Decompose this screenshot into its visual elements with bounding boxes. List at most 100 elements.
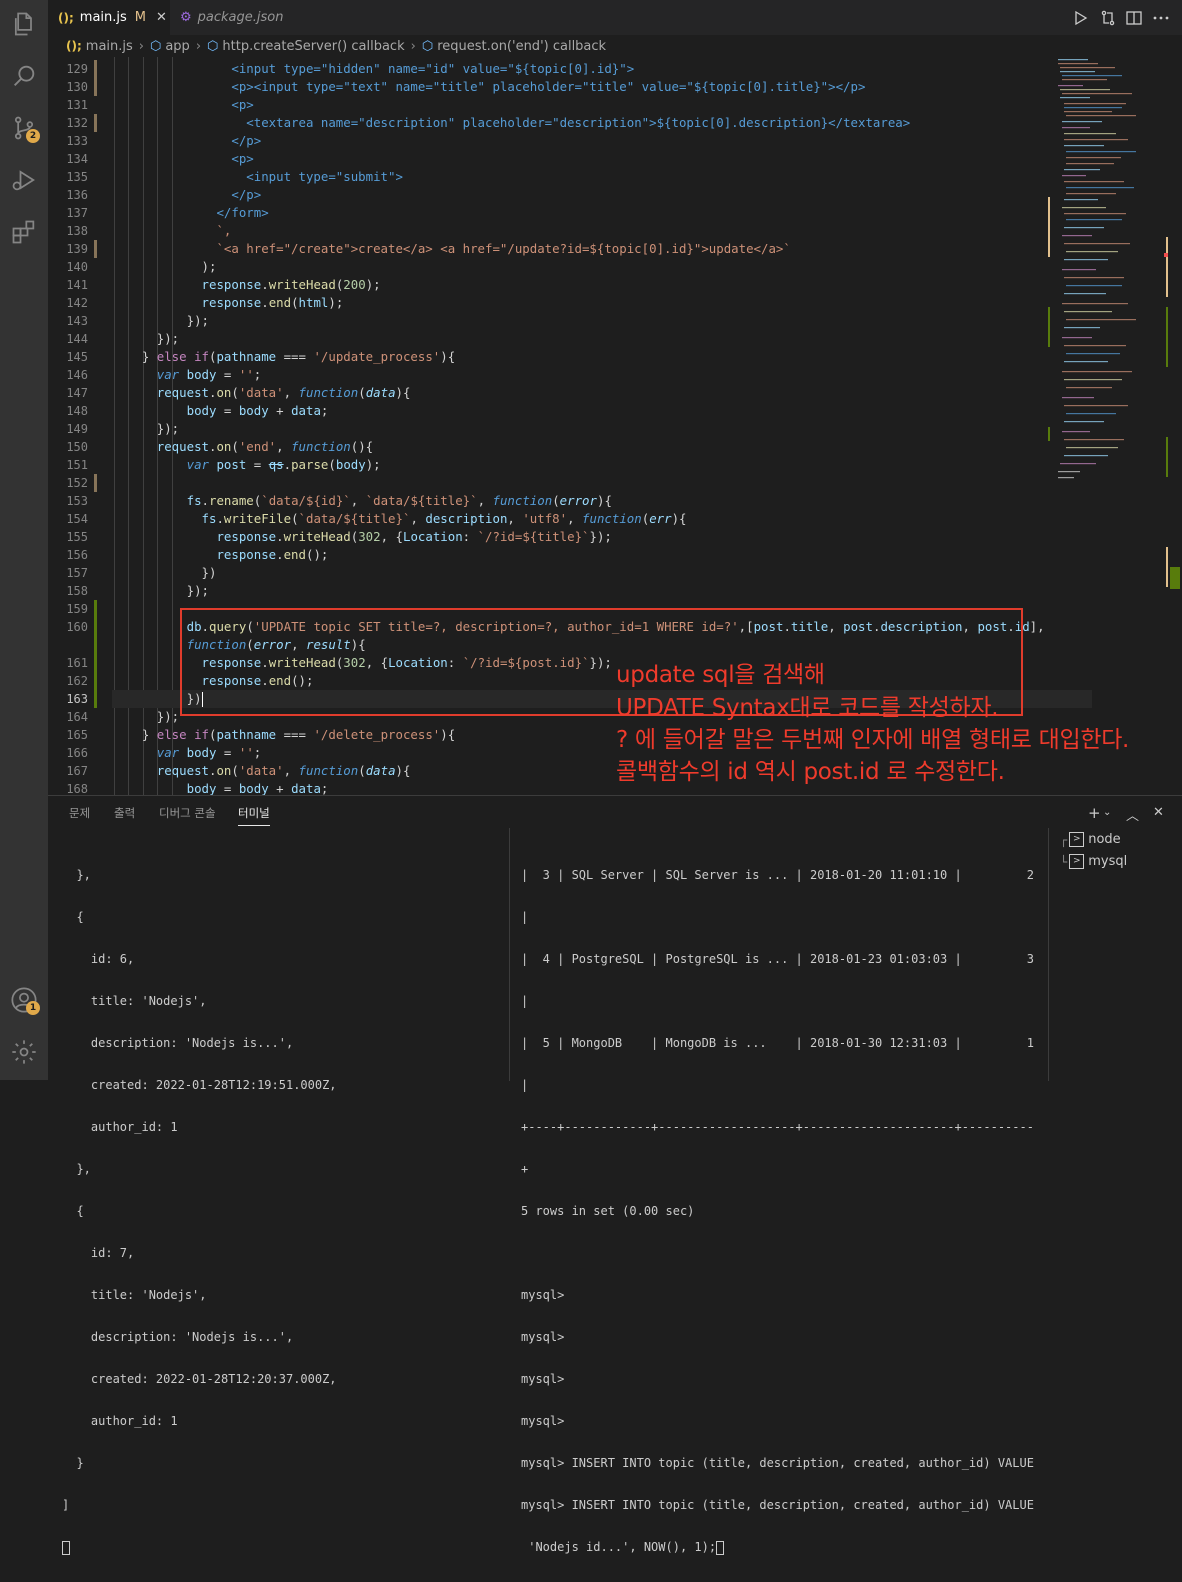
function-icon: ⬡ <box>421 38 434 54</box>
line-number: 160 <box>66 620 88 634</box>
line-number: 151 <box>66 458 88 472</box>
line-number: 140 <box>66 260 88 274</box>
panel-tab-bar: 문제 출력 디버그 콘솔 터미널 + ⌄ ︿ ✕ <box>48 796 1182 828</box>
tab-package-json[interactable]: ⚙ package.json <box>170 0 300 35</box>
line-number: 143 <box>66 314 88 328</box>
terminal-icon: > <box>1069 854 1085 869</box>
line-number: 168 <box>66 782 88 795</box>
code-line: } else if(pathname === '/update_process'… <box>141 349 456 364</box>
terminal-cursor <box>716 1540 725 1555</box>
terminal-name: mysql <box>1088 854 1128 869</box>
code-line: response.writeHead(302, {Location: `/?id… <box>216 529 612 544</box>
terminal-line: created: 2022-01-28T12:19:51.000Z, <box>62 1078 337 1092</box>
code-line: request.on('end', function(){ <box>156 439 374 454</box>
gear-icon[interactable] <box>10 1038 38 1066</box>
code-line: }) <box>201 565 217 580</box>
line-number: 148 <box>66 404 88 418</box>
terminal-line: title: 'Nodejs', <box>62 1288 207 1302</box>
line-number: 133 <box>66 134 88 148</box>
line-number: 132 <box>66 116 88 130</box>
line-number: 157 <box>66 566 88 580</box>
terminal-line: mysql> INSERT INTO topic (title, descrip… <box>521 1456 1034 1470</box>
tab-output[interactable]: 출력 <box>114 805 135 821</box>
code-line: fs.rename(`data/${id}`, `data/${title}`,… <box>186 493 612 508</box>
tab-terminal[interactable]: 터미널 <box>238 805 270 826</box>
explorer-icon[interactable] <box>10 10 38 38</box>
code-line: response.writeHead(200); <box>201 277 381 292</box>
line-number: 164 <box>66 710 88 724</box>
code-line: <input type="hidden" name="id" value="${… <box>231 61 635 76</box>
line-number: 142 <box>66 296 88 310</box>
search-icon[interactable] <box>10 62 38 90</box>
more-actions-icon[interactable] <box>1152 9 1170 27</box>
extensions-icon[interactable] <box>10 218 38 246</box>
terminal-list-item-node[interactable]: ┌ > node <box>1060 832 1121 847</box>
line-number: 153 <box>66 494 88 508</box>
code-line: body = body + data; <box>186 403 329 418</box>
terminal-line: description: 'Nodejs is...', <box>62 1036 294 1050</box>
code-line: request.on('data', function(data){ <box>156 385 411 400</box>
line-number: 161 <box>66 656 88 670</box>
breadcrumb: (); main.js › ⬡ app › ⬡ http.createServe… <box>48 35 1182 57</box>
code-line: </p> <box>231 187 262 202</box>
line-number: 136 <box>66 188 88 202</box>
editor-scrollbar[interactable] <box>1168 57 1182 795</box>
terminal-list-item-mysql[interactable]: └ > mysql <box>1060 854 1127 869</box>
tab-problems[interactable]: 문제 <box>69 805 90 821</box>
maximize-panel-icon[interactable]: ︿ <box>1126 805 1139 824</box>
line-number: 165 <box>66 728 88 742</box>
minimap[interactable] <box>1048 57 1168 795</box>
terminal-line: { <box>62 1204 84 1218</box>
line-number: 135 <box>66 170 88 184</box>
line-number: 150 <box>66 440 88 454</box>
annotation-line-4: 콜백함수의 id 역시 post.id 로 수정한다. <box>616 759 1005 785</box>
line-number: 139 <box>66 242 88 256</box>
terminal-line: ] <box>62 1498 70 1512</box>
terminal-line: | 4 | PostgreSQL | PostgreSQL is ... | 2… <box>521 952 1034 966</box>
terminal-line: mysql> INSERT INTO topic (title, descrip… <box>521 1498 1034 1512</box>
add-terminal-icon[interactable]: + <box>1088 804 1101 822</box>
line-number: 156 <box>66 548 88 562</box>
code-line: }); <box>156 331 180 346</box>
chevron-right-icon: › <box>410 38 416 54</box>
terminal-line: | <box>521 910 529 924</box>
terminal-line: id: 7, <box>62 1246 135 1260</box>
terminal-list-divider[interactable] <box>1048 828 1049 1081</box>
run-icon[interactable] <box>1071 9 1089 27</box>
editor-tab-bar: (); main.js M ✕ ⚙ package.json <box>48 0 1182 35</box>
terminal-line: } <box>62 1456 84 1470</box>
terminal-line: mysql> <box>521 1414 565 1428</box>
run-debug-icon[interactable] <box>10 166 38 194</box>
terminal-line: | <box>521 1078 529 1092</box>
breadcrumb-item[interactable]: main.js <box>86 39 133 54</box>
breadcrumb-item[interactable]: http.createServer() callback <box>222 39 404 54</box>
line-number: 145 <box>66 350 88 364</box>
close-icon[interactable]: ✕ <box>156 10 167 25</box>
line-number: 152 <box>66 476 88 490</box>
terminal-line: author_id: 1 <box>62 1414 178 1428</box>
code-line: response.end(); <box>216 547 329 562</box>
line-number: 131 <box>66 98 88 112</box>
compare-changes-icon[interactable] <box>1099 9 1117 27</box>
close-icon[interactable]: ✕ <box>1153 805 1164 820</box>
code-line: }); <box>156 421 180 436</box>
code-line: <p><input type="text" name="title" place… <box>231 79 866 94</box>
tab-debug-console[interactable]: 디버그 콘솔 <box>159 805 216 821</box>
terminal-mysql[interactable]: | 3 | SQL Server | SQL Server is ... | 2… <box>521 840 1046 1582</box>
breadcrumb-item[interactable]: app <box>165 39 189 54</box>
line-number: 137 <box>66 206 88 220</box>
breadcrumb-item[interactable]: request.on('end') callback <box>437 39 606 54</box>
scm-badge: 2 <box>26 129 40 143</box>
terminal-line: + <box>521 1162 529 1176</box>
split-editor-icon[interactable] <box>1125 9 1143 27</box>
terminal-line: }, <box>62 868 91 882</box>
line-number-gutter: 129 130 131 132 133 134 135 136 137 138 139 140 141 1… <box>48 60 88 795</box>
terminal-node[interactable]: }, { id: 6, title: 'Nodejs', description… <box>62 840 502 1582</box>
code-line: var body = ''; <box>156 367 262 382</box>
tab-main-js[interactable]: (); main.js M ✕ <box>48 0 170 35</box>
line-number: 134 <box>66 152 88 166</box>
code-line: response.end(html); <box>201 295 344 310</box>
terminal-split-divider[interactable] <box>509 828 510 1081</box>
line-number: 129 <box>66 62 88 76</box>
chevron-down-icon[interactable]: ⌄ <box>1103 807 1111 818</box>
